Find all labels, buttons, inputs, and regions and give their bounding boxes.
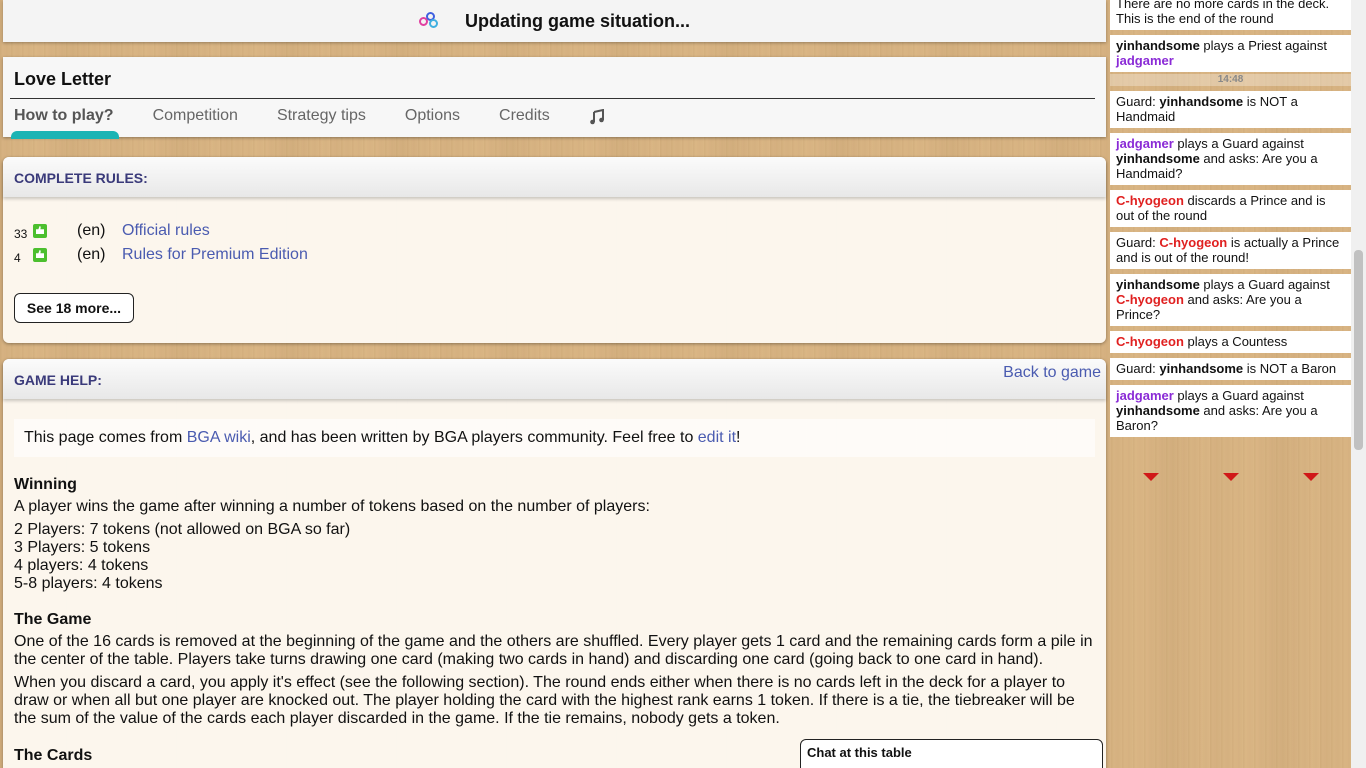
winning-heading: Winning xyxy=(14,476,77,493)
game-header: Love Letter How to play? Competition Str… xyxy=(3,57,1106,139)
log-entry: jadgamer plays a Guard against yinhandso… xyxy=(1110,133,1351,185)
log-text: plays a Guard against xyxy=(1173,388,1304,403)
wiki-notice: This page comes from BGA wiki, and has b… xyxy=(14,419,1095,457)
rules-section-header: COMPLETE RULES: xyxy=(3,157,1106,197)
log-text: Guard: xyxy=(1116,235,1160,250)
player-name[interactable]: jadgamer xyxy=(1116,53,1174,68)
log-text: Guard: xyxy=(1116,361,1160,376)
main-area: Updating game situation... Love Letter H… xyxy=(0,0,1108,768)
chat-window[interactable]: Chat at this table xyxy=(800,739,1103,768)
header-divider xyxy=(10,98,1095,99)
notice-text: , and has been written by BGA players co… xyxy=(250,429,698,446)
rule-vote-count: 4 xyxy=(14,251,21,265)
tab-strategy-tips[interactable]: Strategy tips xyxy=(277,107,366,137)
player-name[interactable]: C-hyogeon xyxy=(1116,193,1184,208)
log-entry: yinhandsome plays a Guard against C-hyog… xyxy=(1110,274,1351,326)
tab-competition[interactable]: Competition xyxy=(153,107,238,137)
log-entry: yinhandsome plays a Priest against jadga… xyxy=(1110,35,1351,72)
game-heading: The Game xyxy=(14,611,92,628)
log-text: plays a Priest against xyxy=(1199,38,1327,53)
log-expand-arrows xyxy=(1110,473,1351,483)
log-text: plays a Countess xyxy=(1183,334,1288,349)
complete-rules-panel: COMPLETE RULES: 33 (en) Official rules 4… xyxy=(3,157,1106,343)
log-text: There are no more cards in the deck. Thi… xyxy=(1116,0,1330,26)
edit-it-link[interactable]: edit it xyxy=(698,429,736,446)
rule-item: 4 (en) Rules for Premium Edition xyxy=(14,244,308,266)
rule-language: (en) xyxy=(77,222,106,239)
status-text: Updating game situation... xyxy=(464,10,690,31)
rule-link-official[interactable]: Official rules xyxy=(122,222,210,240)
thumbs-up-icon[interactable] xyxy=(33,224,47,238)
rule-language: (en) xyxy=(77,246,106,263)
rule-vote-count: 33 xyxy=(14,227,28,241)
log-text: plays a Guard against xyxy=(1199,277,1330,292)
tab-options[interactable]: Options xyxy=(405,107,460,137)
help-content: Winning A player wins the game after win… xyxy=(14,476,1096,768)
winning-list: 2 Players: 7 tokens (not allowed on BGA … xyxy=(14,521,1096,593)
expand-arrow-icon[interactable] xyxy=(1223,473,1239,481)
player-name[interactable]: yinhandsome xyxy=(1116,277,1200,292)
expand-arrow-icon[interactable] xyxy=(1143,473,1159,481)
player-name[interactable]: jadgamer xyxy=(1116,136,1174,151)
game-log: There are no more cards in the deck. Thi… xyxy=(1110,0,1351,480)
log-entry: jadgamer plays a Guard against yinhandso… xyxy=(1110,385,1351,437)
scrollbar-thumb[interactable] xyxy=(1354,250,1363,450)
thumbs-up-icon[interactable] xyxy=(33,248,47,262)
rules-section-title: COMPLETE RULES: xyxy=(14,170,148,186)
player-name[interactable]: jadgamer xyxy=(1116,388,1174,403)
game-paragraph: One of the 16 cards is removed at the be… xyxy=(14,633,1093,668)
bga-wiki-link[interactable]: BGA wiki xyxy=(187,429,251,446)
log-entry: There are no more cards in the deck. Thi… xyxy=(1110,0,1351,30)
log-timestamp: 14:48 xyxy=(1110,74,1351,86)
list-item: 4 players: 4 tokens xyxy=(14,557,149,574)
log-text: plays a Guard against xyxy=(1173,136,1304,151)
player-name[interactable]: yinhandsome xyxy=(1159,94,1243,109)
player-name[interactable]: yinhandsome xyxy=(1116,38,1200,53)
music-note-icon[interactable] xyxy=(589,107,605,137)
tab-how-to-play[interactable]: How to play? xyxy=(11,107,119,139)
tab-credits[interactable]: Credits xyxy=(499,107,550,137)
help-section-title: GAME HELP: xyxy=(14,372,102,388)
page-scrollbar[interactable] xyxy=(1351,0,1366,768)
player-name[interactable]: yinhandsome xyxy=(1159,361,1243,376)
notice-text: ! xyxy=(736,429,741,446)
log-entry: Guard: yinhandsome is NOT a Baron xyxy=(1110,358,1351,380)
expand-arrow-icon[interactable] xyxy=(1303,473,1319,481)
player-name[interactable]: yinhandsome xyxy=(1116,151,1200,166)
status-bar: Updating game situation... xyxy=(3,0,1106,42)
log-text: Guard: xyxy=(1116,94,1160,109)
notice-text: This page comes from xyxy=(24,429,187,446)
bga-logo-icon xyxy=(418,12,441,30)
log-text: is NOT a Baron xyxy=(1243,361,1337,376)
player-name[interactable]: C-hyogeon xyxy=(1159,235,1227,250)
list-item: 5-8 players: 4 tokens xyxy=(14,575,163,592)
chat-title: Chat at this table xyxy=(807,745,912,760)
game-title: Love Letter xyxy=(14,69,112,89)
rule-link-premium[interactable]: Rules for Premium Edition xyxy=(122,246,308,264)
game-help-panel: GAME HELP: Back to game This page comes … xyxy=(3,359,1106,768)
see-more-button[interactable]: See 18 more... xyxy=(14,293,134,323)
tab-bar: How to play? Competition Strategy tips O… xyxy=(11,107,644,139)
player-name[interactable]: C-hyogeon xyxy=(1116,292,1184,307)
list-item: 3 Players: 5 tokens xyxy=(14,539,151,556)
log-entry: C-hyogeon discards a Prince and is out o… xyxy=(1110,190,1351,227)
log-entry: Guard: C-hyogeon is actually a Prince an… xyxy=(1110,232,1351,269)
back-to-game-link[interactable]: Back to game xyxy=(1003,364,1101,382)
game-paragraph: When you discard a card, you apply it's … xyxy=(14,674,1075,727)
rule-item: 33 (en) Official rules xyxy=(14,220,210,242)
help-section-header: GAME HELP: xyxy=(3,359,1106,399)
log-entry: C-hyogeon plays a Countess xyxy=(1110,331,1351,353)
log-entry: Guard: yinhandsome is NOT a Handmaid xyxy=(1110,91,1351,128)
player-name[interactable]: C-hyogeon xyxy=(1116,334,1184,349)
list-item: 2 Players: 7 tokens (not allowed on BGA … xyxy=(14,521,351,538)
winning-intro: A player wins the game after winning a n… xyxy=(14,498,650,515)
player-name[interactable]: yinhandsome xyxy=(1116,403,1200,418)
